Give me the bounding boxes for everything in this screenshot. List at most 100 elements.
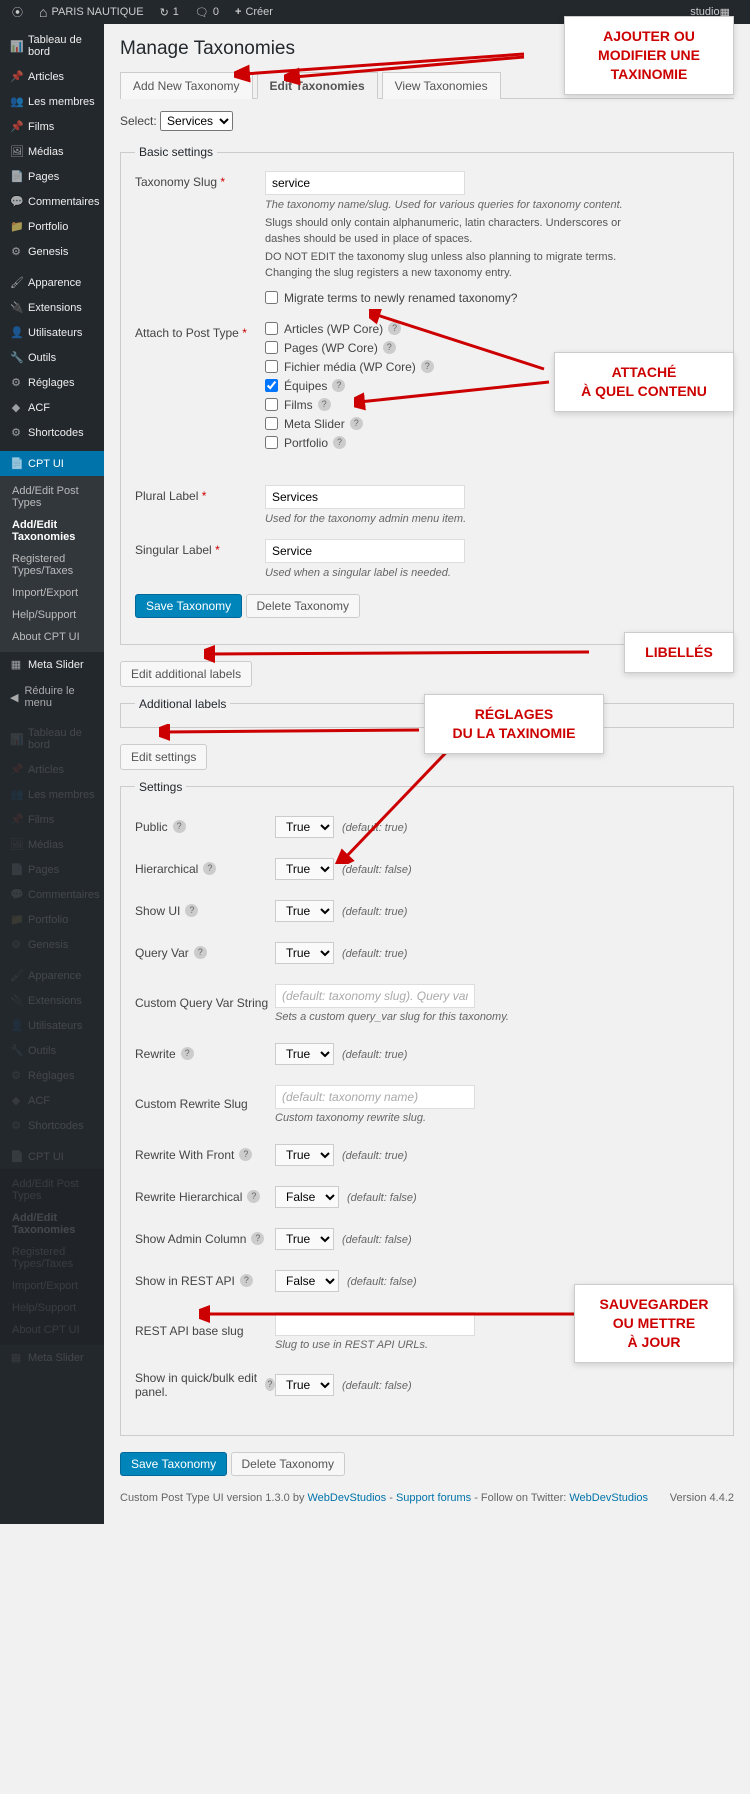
setting-select[interactable]: True — [275, 1043, 334, 1065]
help-icon[interactable]: ? — [181, 1047, 194, 1060]
sidebar-item-shadow: 👥Les membres — [0, 782, 104, 807]
setting-select[interactable]: True — [275, 858, 334, 880]
help-icon[interactable]: ? — [333, 436, 346, 449]
setting-select[interactable]: True — [275, 900, 334, 922]
collapse-icon: ◀ — [10, 691, 18, 704]
sidebar-item[interactable]: 🔌Extensions — [0, 295, 104, 320]
setting-row: Custom Rewrite SlugCustom taxonomy rewri… — [135, 1085, 719, 1124]
migrate-label: Migrate terms to newly renamed taxonomy? — [284, 291, 517, 305]
sidebar-item[interactable]: 📌Films — [0, 114, 104, 139]
help-icon[interactable]: ? — [185, 904, 198, 917]
footer-link-support[interactable]: Support forums — [396, 1492, 471, 1504]
help-icon[interactable]: ? — [332, 379, 345, 392]
taxonomy-select-row: Select: Services — [120, 111, 734, 131]
sidebar-item[interactable]: 📄Pages — [0, 164, 104, 189]
setting-select[interactable]: False — [275, 1186, 339, 1208]
menu-label: Shortcodes — [28, 427, 84, 439]
post-type-checkbox[interactable] — [265, 436, 278, 449]
help-icon[interactable]: ? — [173, 820, 186, 833]
singular-input[interactable] — [265, 539, 465, 563]
setting-select[interactable]: True — [275, 1374, 334, 1396]
plural-input[interactable] — [265, 485, 465, 509]
wp-logo[interactable] — [8, 4, 23, 20]
setting-row: Show Admin Column?True(default: false) — [135, 1228, 719, 1250]
submenu-item[interactable]: Help/Support — [0, 604, 104, 626]
post-type-checkbox[interactable] — [265, 322, 278, 335]
sidebar-item[interactable]: ▦Meta Slider — [0, 652, 104, 677]
sidebar-item[interactable]: ⚙Genesis — [0, 239, 104, 264]
setting-select[interactable]: True — [275, 1144, 334, 1166]
sidebar-item[interactable]: 📌Articles — [0, 64, 104, 89]
footer-link-webdevstudios[interactable]: WebDevStudios — [308, 1492, 387, 1504]
callout-settings: RÉGLAGES DU LA TAXINOMIE — [424, 694, 604, 754]
submenu-item[interactable]: Add/Edit Post Types — [0, 480, 104, 514]
taxonomy-select[interactable]: Services — [160, 111, 233, 131]
setting-hint: (default: false) — [347, 1192, 417, 1204]
menu-label: Films — [28, 121, 54, 133]
help-icon[interactable]: ? — [194, 946, 207, 959]
edit-settings-button[interactable]: Edit settings — [120, 744, 207, 770]
post-type-checkbox[interactable] — [265, 360, 278, 373]
sidebar-item[interactable]: 🖌Apparence — [0, 270, 104, 295]
submenu-item[interactable]: Import/Export — [0, 582, 104, 604]
help-icon[interactable]: ? — [203, 862, 216, 875]
sidebar-item[interactable]: 🖼Médias — [0, 139, 104, 164]
delete-button-bottom[interactable]: Delete Taxonomy — [231, 1452, 346, 1476]
arrow-icon — [199, 1304, 589, 1324]
callout-add-modify: AJOUTER OU MODIFIER UNE TAXINOMIE — [564, 16, 734, 95]
site-name[interactable]: PARIS NAUTIQUE — [35, 4, 144, 20]
comments[interactable]: 0 — [191, 6, 219, 19]
setting-select[interactable]: True — [275, 816, 334, 838]
menu-icon: 👥 — [10, 95, 22, 108]
setting-select[interactable]: True — [275, 942, 334, 964]
slug-input[interactable] — [265, 171, 465, 195]
setting-desc: Sets a custom query_var slug for this ta… — [275, 1011, 509, 1023]
menu-label: Outils — [28, 352, 56, 364]
setting-label: Rewrite Hierarchical — [135, 1190, 242, 1204]
help-icon[interactable]: ? — [240, 1274, 253, 1287]
menu-label: Les membres — [28, 96, 95, 108]
setting-select[interactable]: False — [275, 1270, 339, 1292]
tab[interactable]: Add New Taxonomy — [120, 72, 253, 99]
help-icon[interactable]: ? — [350, 417, 363, 430]
sidebar-item-shadow: 📌Articles — [0, 757, 104, 782]
submenu-item[interactable]: Registered Types/Taxes — [0, 548, 104, 582]
sidebar-item[interactable]: 📄CPT UI — [0, 451, 104, 476]
sidebar-item[interactable]: ⚙Réglages — [0, 370, 104, 395]
sidebar-item[interactable]: 📊Tableau de bord — [0, 28, 104, 64]
post-type-checkbox[interactable] — [265, 379, 278, 392]
sidebar-item[interactable]: 👤Utilisateurs — [0, 320, 104, 345]
post-type-checkbox[interactable] — [265, 417, 278, 430]
save-button-bottom[interactable]: Save Taxonomy — [120, 1452, 227, 1476]
help-icon[interactable]: ? — [318, 398, 331, 411]
sidebar-item[interactable]: 👥 Les membres — [0, 89, 104, 114]
new-content[interactable]: Créer — [231, 6, 273, 18]
sidebar-item[interactable]: ⚙Shortcodes — [0, 420, 104, 445]
setting-input[interactable] — [275, 984, 475, 1008]
sidebar-item[interactable]: 💬Commentaires — [0, 189, 104, 214]
save-button[interactable]: Save Taxonomy — [135, 594, 242, 618]
setting-select[interactable]: True — [275, 1228, 334, 1250]
post-type-checkbox[interactable] — [265, 341, 278, 354]
help-icon[interactable]: ? — [247, 1190, 260, 1203]
setting-row: Rewrite?True(default: true) — [135, 1043, 719, 1065]
help-icon[interactable]: ? — [265, 1378, 275, 1391]
help-icon[interactable]: ? — [251, 1232, 264, 1245]
post-type-checkbox[interactable] — [265, 398, 278, 411]
menu-label: Médias — [28, 146, 63, 158]
migrate-checkbox[interactable] — [265, 291, 278, 304]
updates[interactable]: 1 — [156, 6, 179, 19]
menu-label: Réglages — [28, 377, 74, 389]
footer-link-twitter[interactable]: WebDevStudios — [569, 1492, 648, 1504]
sidebar-item[interactable]: 📁Portfolio — [0, 214, 104, 239]
delete-button[interactable]: Delete Taxonomy — [246, 594, 361, 618]
sidebar-item[interactable]: 🔧Outils — [0, 345, 104, 370]
edit-additional-labels-button[interactable]: Edit additional labels — [120, 661, 252, 687]
setting-input[interactable] — [275, 1085, 475, 1109]
help-icon[interactable]: ? — [239, 1148, 252, 1161]
submenu-item[interactable]: Add/Edit Taxonomies — [0, 514, 104, 548]
submenu-item[interactable]: About CPT UI — [0, 626, 104, 648]
submenu: Add/Edit Post TypesAdd/Edit TaxonomiesRe… — [0, 476, 104, 652]
collapse-menu[interactable]: ◀Réduire le menu — [0, 677, 104, 717]
sidebar-item[interactable]: ◆ACF — [0, 395, 104, 420]
